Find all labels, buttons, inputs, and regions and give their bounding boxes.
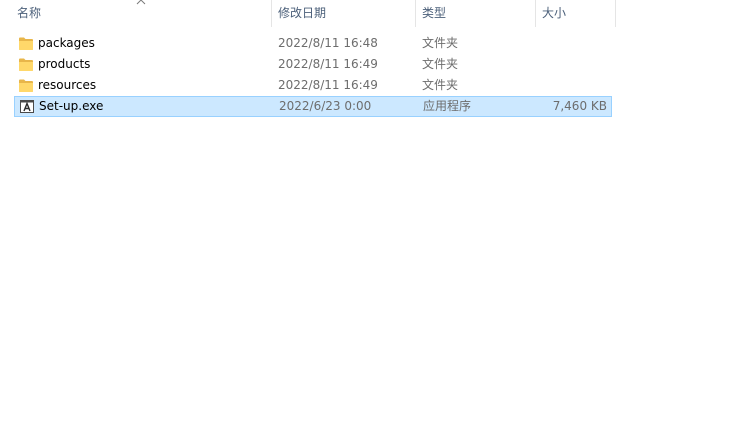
column-header-type[interactable]: 类型 <box>422 0 446 27</box>
file-name[interactable]: products <box>38 54 90 75</box>
column-divider[interactable] <box>615 0 616 27</box>
file-date: 2022/6/23 0:00 <box>279 99 372 113</box>
folder-icon <box>19 79 33 92</box>
file-type: 文件夹 <box>422 78 459 92</box>
file-date: 2022/8/11 16:49 <box>278 57 378 71</box>
file-date: 2022/8/11 16:49 <box>278 78 378 92</box>
folder-icon <box>19 37 33 50</box>
file-type: 文件夹 <box>422 36 459 50</box>
column-header-size[interactable]: 大小 <box>542 0 566 27</box>
column-divider[interactable] <box>415 0 416 27</box>
file-type: 文件夹 <box>422 57 459 71</box>
column-header-name[interactable]: 名称 <box>17 0 41 27</box>
column-header-bar: 名称 修改日期 类型 大小 <box>0 0 738 27</box>
file-name[interactable]: resources <box>38 75 96 96</box>
adobe-installer-icon <box>20 100 34 113</box>
file-name[interactable]: Set-up.exe <box>39 96 103 117</box>
sort-ascending-icon <box>136 0 146 5</box>
file-row-resources[interactable]: resources 2022/8/11 16:49 文件夹 <box>14 75 612 96</box>
file-type: 应用程序 <box>423 99 472 113</box>
file-row-products[interactable]: products 2022/8/11 16:49 文件夹 <box>14 54 612 75</box>
file-name[interactable]: packages <box>38 33 95 54</box>
file-row-packages[interactable]: packages 2022/8/11 16:48 文件夹 <box>14 33 612 54</box>
column-divider[interactable] <box>271 0 272 27</box>
column-header-date[interactable]: 修改日期 <box>278 0 326 27</box>
file-date: 2022/8/11 16:48 <box>278 36 378 50</box>
column-divider[interactable] <box>535 0 536 27</box>
file-row-setup-exe[interactable]: Set-up.exe 2022/6/23 0:00 应用程序 7,460 KB <box>14 96 612 117</box>
file-size: 7,460 KB <box>552 99 607 113</box>
folder-icon <box>19 58 33 71</box>
